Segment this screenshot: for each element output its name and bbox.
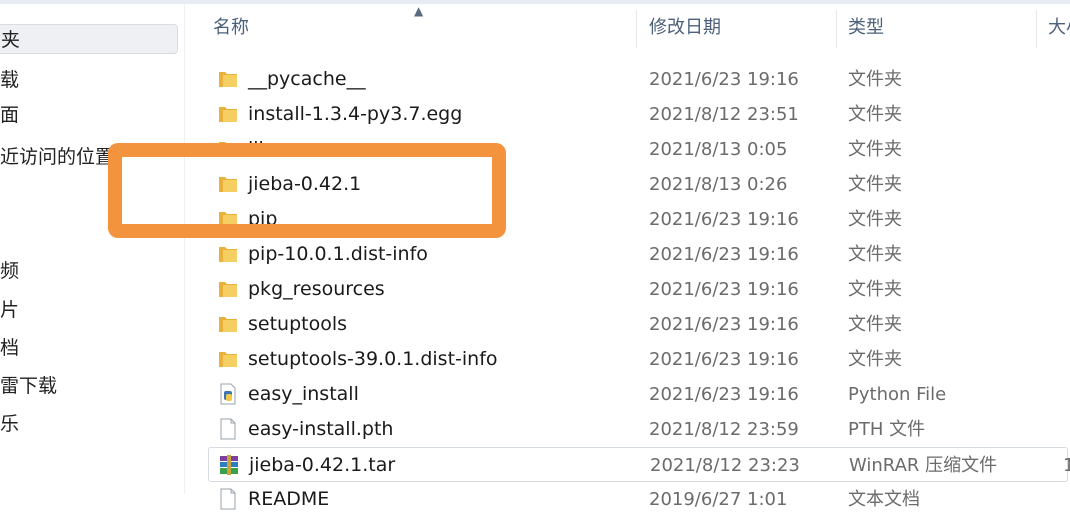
column-header-type[interactable]: 类型 bbox=[848, 4, 884, 52]
folder-icon bbox=[216, 102, 240, 126]
file-date: 2021/6/23 19:16 bbox=[649, 314, 799, 335]
file-name: easy_install bbox=[248, 383, 359, 405]
file-date: 2021/6/23 19:16 bbox=[649, 279, 799, 300]
file-type: 文件夹 bbox=[848, 314, 902, 335]
file-date: 2021/8/12 23:51 bbox=[649, 104, 799, 125]
sort-ascending-icon: ▲ bbox=[414, 4, 424, 18]
nav-item-music[interactable]: 乐 bbox=[0, 409, 19, 439]
file-date: 2021/6/23 19:16 bbox=[649, 69, 799, 90]
file-row[interactable]: README 2019/6/27 1:01 文本文档 bbox=[212, 482, 1070, 517]
folder-icon bbox=[216, 67, 240, 91]
file-row-hovered[interactable]: jieba-0.42.1.tar 2021/8/12 23:23 WinRAR … bbox=[208, 447, 1070, 482]
file-type: 文本文档 bbox=[848, 489, 920, 510]
file-date: 2021/8/13 0:05 bbox=[649, 139, 788, 160]
file-type: PTH 文件 bbox=[848, 419, 926, 440]
file-row[interactable]: pkg_resources 2021/6/23 19:16 文件夹 bbox=[212, 272, 1070, 307]
file-name: pip bbox=[248, 208, 278, 230]
column-header-name[interactable]: 名称 bbox=[213, 4, 249, 52]
file-date: 2021/6/23 19:16 bbox=[649, 244, 799, 265]
nav-item-documents[interactable]: 档 bbox=[0, 333, 19, 363]
file-row[interactable]: pip-10.0.1.dist-info 2021/6/23 19:16 文件夹 bbox=[212, 237, 1070, 272]
column-header-modified[interactable]: 修改日期 bbox=[649, 4, 721, 52]
file-date: 2021/8/12 23:23 bbox=[650, 455, 800, 476]
file-name: setuptools-39.0.1.dist-info bbox=[248, 348, 498, 370]
folder-icon bbox=[216, 312, 240, 336]
column-header-size[interactable]: 大小 bbox=[1048, 4, 1070, 52]
file-row[interactable]: __pycache__ 2021/6/23 19:16 文件夹 bbox=[212, 62, 1070, 97]
file-icon bbox=[216, 417, 240, 441]
nav-item-pictures[interactable]: 片 bbox=[0, 295, 19, 325]
nav-item-thunder-downloads[interactable]: 雷下载 bbox=[0, 371, 57, 401]
file-icon bbox=[216, 487, 240, 511]
winrar-archive-icon bbox=[217, 453, 241, 477]
file-name: README bbox=[248, 488, 330, 510]
folder-icon bbox=[216, 207, 240, 231]
file-row[interactable]: install-1.3.4-py3.7.egg 2021/8/12 23:51 … bbox=[212, 97, 1070, 132]
file-date: 2021/6/23 19:16 bbox=[649, 349, 799, 370]
file-name: install-1.3.4-py3.7.egg bbox=[248, 103, 463, 125]
nav-item-desktop[interactable]: 面 bbox=[0, 100, 19, 130]
column-header-bar: ▲ 名称 修改日期 类型 大小 bbox=[186, 4, 1070, 52]
file-date: 2021/6/23 19:16 bbox=[649, 384, 799, 405]
nav-item-videos[interactable]: 频 bbox=[0, 256, 19, 286]
folder-icon bbox=[216, 172, 240, 196]
file-type: 文件夹 bbox=[848, 244, 902, 265]
file-type: 文件夹 bbox=[848, 209, 902, 230]
file-name: pip-10.0.1.dist-info bbox=[248, 243, 428, 265]
file-row[interactable]: lib 2021/8/13 0:05 文件夹 bbox=[212, 132, 1070, 167]
file-type: 文件夹 bbox=[848, 104, 902, 125]
column-divider[interactable] bbox=[636, 10, 637, 48]
file-type: WinRAR 压缩文件 bbox=[849, 455, 998, 476]
file-type: Python File bbox=[848, 384, 947, 405]
file-row[interactable]: setuptools-39.0.1.dist-info 2021/6/23 19… bbox=[212, 342, 1070, 377]
file-type: 文件夹 bbox=[848, 139, 902, 160]
file-date: 2019/6/27 1:01 bbox=[649, 489, 788, 510]
python-file-icon bbox=[216, 382, 240, 406]
nav-item-recent-places[interactable]: 近访问的位置 bbox=[0, 142, 114, 172]
file-type: 文件夹 bbox=[848, 349, 902, 370]
file-type: 文件夹 bbox=[848, 69, 902, 90]
folder-icon bbox=[216, 242, 240, 266]
file-type: 文件夹 bbox=[848, 174, 902, 195]
file-size: 1 bbox=[1063, 455, 1070, 476]
file-name: pkg_resources bbox=[248, 278, 385, 300]
file-name: jieba-0.42.1.tar bbox=[249, 454, 396, 476]
file-row[interactable]: pip 2021/6/23 19:16 文件夹 bbox=[212, 202, 1070, 237]
file-row[interactable]: jieba-0.42.1 2021/8/13 0:26 文件夹 bbox=[212, 167, 1070, 202]
file-name: __pycache__ bbox=[248, 68, 366, 90]
file-date: 2021/6/23 19:16 bbox=[649, 209, 799, 230]
file-date: 2021/8/12 23:59 bbox=[649, 419, 799, 440]
nav-item-downloads[interactable]: 载 bbox=[0, 65, 19, 95]
file-name: lib bbox=[248, 138, 271, 160]
folder-icon bbox=[216, 347, 240, 371]
column-divider[interactable] bbox=[836, 10, 837, 48]
file-name: easy-install.pth bbox=[248, 418, 394, 440]
navigation-pane[interactable]: 夹 载 面 近访问的位置 频 片 档 雷下载 乐 bbox=[0, 4, 185, 494]
file-date: 2021/8/13 0:26 bbox=[649, 174, 788, 195]
column-divider[interactable] bbox=[1036, 10, 1037, 48]
folder-icon bbox=[216, 137, 240, 161]
file-row[interactable]: setuptools 2021/6/23 19:16 文件夹 bbox=[212, 307, 1070, 342]
nav-item-folder[interactable]: 夹 bbox=[0, 24, 178, 54]
file-row[interactable]: easy-install.pth 2021/8/12 23:59 PTH 文件 bbox=[212, 412, 1070, 447]
file-type: 文件夹 bbox=[848, 279, 902, 300]
file-name: jieba-0.42.1 bbox=[248, 173, 362, 195]
file-name: setuptools bbox=[248, 313, 348, 335]
folder-icon bbox=[216, 277, 240, 301]
file-row[interactable]: easy_install 2021/6/23 19:16 Python File bbox=[212, 377, 1070, 412]
